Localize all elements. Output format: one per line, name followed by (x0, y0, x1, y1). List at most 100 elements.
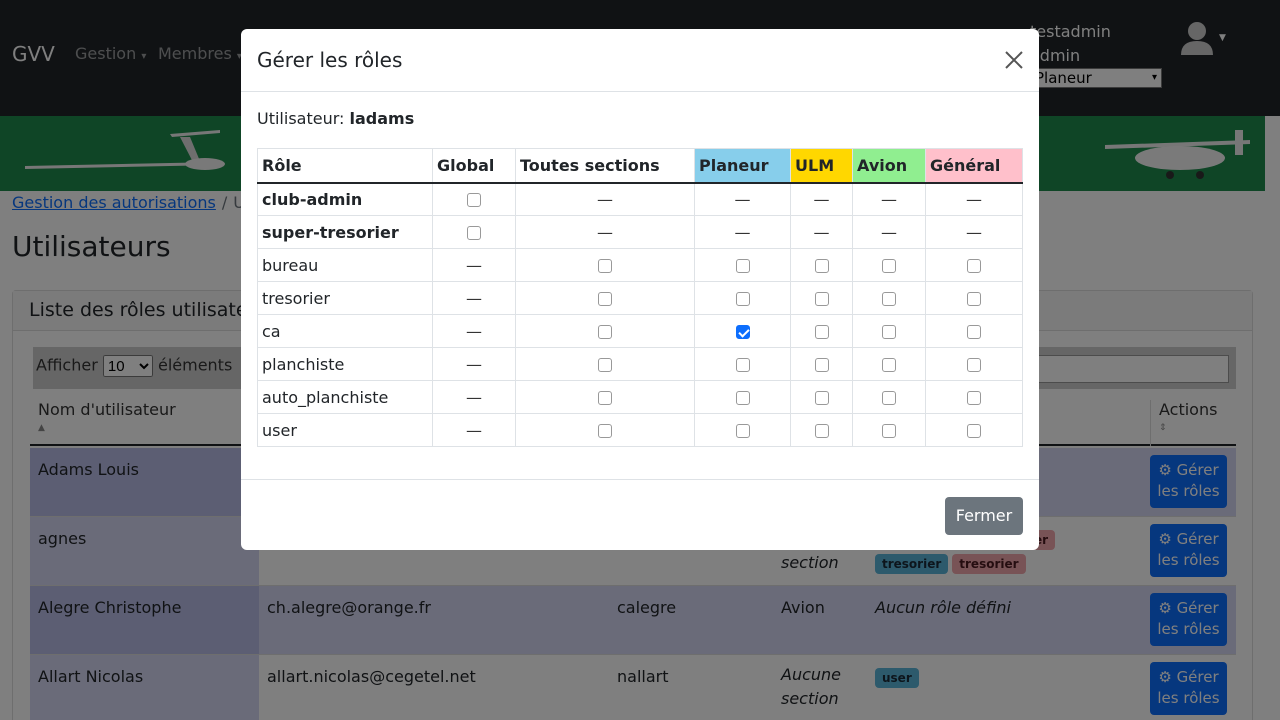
roles-col-header: Avion (852, 148, 926, 184)
roles-col-header: Toutes sections (515, 148, 695, 184)
not-applicable-dash: — (925, 182, 1023, 216)
role-name: planchiste (257, 347, 433, 381)
role-checkbox[interactable] (882, 259, 896, 273)
not-applicable-dash: — (925, 215, 1023, 249)
not-applicable-dash: — (515, 182, 695, 216)
role-checkbox[interactable] (598, 391, 612, 405)
modal-footer: Fermer (241, 479, 1039, 550)
role-checkbox[interactable] (598, 292, 612, 306)
role-checkbox[interactable] (598, 259, 612, 273)
role-row: planchiste — (257, 347, 1023, 381)
role-checkbox[interactable] (967, 391, 981, 405)
modal-title: Gérer les rôles (257, 48, 403, 72)
not-applicable-dash: — (432, 248, 516, 282)
role-cell (852, 281, 926, 315)
role-cell (852, 413, 926, 447)
role-name: auto_planchiste (257, 380, 433, 414)
role-row: club-admin — — — — — (257, 182, 1023, 216)
role-cell (515, 413, 695, 447)
role-checkbox[interactable] (598, 358, 612, 372)
role-checkbox[interactable] (882, 391, 896, 405)
roles-table: Rôle Global Toutes sections Planeur ULM Avion… (257, 148, 1023, 447)
role-checkbox[interactable] (814, 358, 829, 372)
role-row: ca — (257, 314, 1023, 348)
role-checkbox[interactable] (882, 358, 896, 372)
not-applicable-dash: — (790, 182, 853, 216)
role-cell (515, 347, 695, 381)
not-applicable-dash: — (694, 215, 791, 249)
role-cell (515, 248, 695, 282)
not-applicable-dash: — (515, 215, 695, 249)
role-checkbox[interactable] (967, 292, 981, 306)
not-applicable-dash: — (852, 182, 926, 216)
role-name: bureau (257, 248, 433, 282)
role-checkbox[interactable] (814, 259, 829, 273)
role-checkbox[interactable] (882, 424, 896, 438)
close-icon[interactable] (1003, 49, 1025, 71)
role-cell (925, 281, 1023, 315)
role-checkbox[interactable] (735, 259, 750, 273)
role-cell (515, 281, 695, 315)
role-checkbox[interactable] (735, 292, 750, 306)
roles-col-header: ULM (790, 148, 853, 184)
role-checkbox[interactable] (467, 193, 481, 208)
role-row: user — (257, 413, 1023, 447)
not-applicable-dash: — (432, 314, 516, 348)
role-name: ca (257, 314, 433, 348)
role-checkbox[interactable] (598, 424, 612, 438)
role-row: auto_planchiste — (257, 380, 1023, 414)
role-name: club-admin (257, 182, 433, 216)
role-name: super-tresorier (257, 215, 433, 249)
roles-col-header: Général (925, 148, 1023, 184)
not-applicable-dash: — (852, 215, 926, 249)
not-applicable-dash: — (432, 347, 516, 381)
not-applicable-dash: — (432, 380, 516, 414)
role-checkbox[interactable] (814, 292, 829, 306)
role-cell (694, 281, 791, 315)
not-applicable-dash: — (432, 413, 516, 447)
role-checkbox[interactable] (735, 358, 750, 372)
role-cell (925, 380, 1023, 414)
role-checkbox[interactable] (735, 391, 750, 405)
role-row: super-tresorier — — — — — (257, 215, 1023, 249)
role-cell (694, 314, 791, 348)
role-cell (852, 347, 926, 381)
role-row: tresorier — (257, 281, 1023, 315)
role-checkbox[interactable] (882, 325, 896, 339)
role-checkbox[interactable] (467, 226, 481, 240)
close-button[interactable]: Fermer (945, 497, 1023, 535)
role-cell (852, 248, 926, 282)
manage-roles-modal: Gérer les rôles Utilisateur: ladams Rôle… (241, 29, 1039, 550)
role-checkbox[interactable] (598, 325, 612, 339)
role-name: tresorier (257, 281, 433, 315)
role-cell (925, 248, 1023, 282)
roles-col-header: Planeur (694, 148, 791, 184)
role-checkbox[interactable] (735, 424, 750, 438)
roles-col-header: Global (432, 148, 516, 184)
modal-user-line: Utilisateur: ladams (257, 109, 414, 128)
role-checkbox-checked[interactable] (735, 325, 750, 339)
not-applicable-dash: — (694, 182, 791, 216)
role-cell (432, 215, 516, 249)
role-checkbox[interactable] (967, 325, 981, 339)
role-cell (925, 314, 1023, 348)
role-checkbox[interactable] (814, 424, 829, 438)
role-cell (694, 248, 791, 282)
role-cell (790, 314, 853, 348)
role-cell (925, 347, 1023, 381)
role-cell (790, 281, 853, 315)
user-label: Utilisateur: (257, 109, 345, 128)
role-row: bureau — (257, 248, 1023, 282)
role-cell (694, 380, 791, 414)
role-checkbox[interactable] (814, 325, 829, 339)
user-value: ladams (349, 109, 415, 128)
not-applicable-dash: — (790, 215, 853, 249)
role-checkbox[interactable] (882, 292, 896, 306)
role-cell (790, 380, 853, 414)
role-checkbox[interactable] (967, 259, 981, 273)
role-checkbox[interactable] (814, 391, 829, 405)
role-name: user (257, 413, 433, 447)
role-checkbox[interactable] (967, 424, 981, 438)
not-applicable-dash: — (432, 281, 516, 315)
role-checkbox[interactable] (967, 358, 981, 372)
